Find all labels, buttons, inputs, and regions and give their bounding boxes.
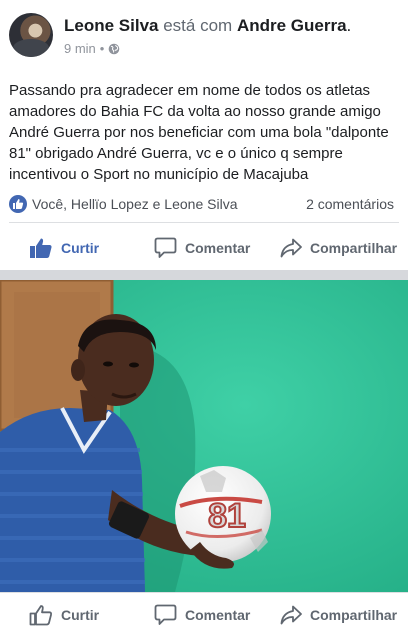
photo-action-bar: Curtir Comentar Compartilhar [0, 595, 408, 635]
post-separator [0, 270, 408, 280]
like-label: Curtir [61, 607, 100, 623]
globe-icon [109, 43, 120, 54]
author-name[interactable]: Leone Silva [64, 16, 158, 35]
speech-bubble-icon [154, 237, 177, 258]
post-action-bar: Curtir Comentar Compartilhar [0, 228, 408, 268]
reaction-names[interactable]: Você, Hellïo Lopez e Leone Silva [32, 196, 237, 212]
share-arrow-icon [280, 238, 302, 258]
with-text: está com [163, 16, 233, 35]
avatar[interactable] [9, 13, 53, 57]
soccer-ball: 81 [175, 466, 271, 562]
share-label: Compartilhar [310, 240, 398, 256]
comment-button[interactable]: Comentar [154, 228, 250, 268]
comment-count[interactable]: 2 comentários [306, 196, 394, 212]
post-text: Passando pra agradecer em nome de todos … [9, 82, 389, 183]
thumbs-up-icon [29, 605, 53, 626]
photo-illustration: 81 [0, 280, 408, 592]
like-button[interactable]: Curtir [29, 228, 99, 268]
tagged-name[interactable]: Andre Guerra [237, 16, 347, 35]
speech-bubble-icon [154, 604, 177, 625]
share-button[interactable]: Compartilhar [280, 228, 397, 268]
comment-label: Comentar [185, 240, 251, 256]
photo-comment-button[interactable]: Comentar [154, 595, 250, 635]
post-photo[interactable]: 81 [0, 280, 408, 592]
period: . [346, 16, 352, 35]
meta-dot: • [99, 41, 105, 56]
photo-like-button[interactable]: Curtir [29, 595, 99, 635]
post-meta: 9 min • [64, 41, 120, 56]
like-reaction-icon [9, 195, 27, 213]
thumbs-up-icon [30, 238, 52, 258]
timestamp[interactable]: 9 min [64, 41, 96, 56]
ball-number: 81 [208, 497, 246, 535]
divider [9, 222, 399, 223]
photo-share-button[interactable]: Compartilhar [280, 595, 397, 635]
reactions-summary[interactable]: Você, Hellïo Lopez e Leone Silva 2 comen… [0, 192, 408, 216]
share-label: Compartilhar [310, 607, 398, 623]
share-arrow-icon [280, 605, 302, 625]
post-header: Leone Silva está com Andre Guerra. 9 min… [0, 0, 408, 72]
divider [0, 592, 408, 593]
comment-label: Comentar [185, 607, 251, 623]
author-line: Leone Silva está com Andre Guerra. [64, 16, 351, 36]
like-label: Curtir [61, 240, 100, 256]
